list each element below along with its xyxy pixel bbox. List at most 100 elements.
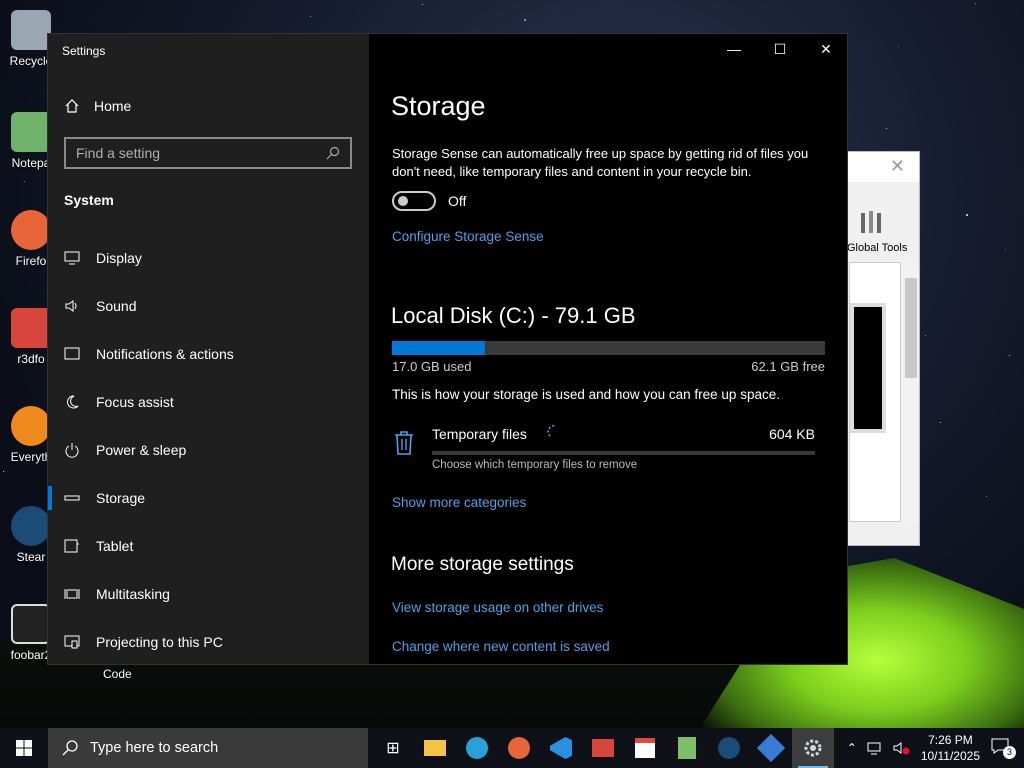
nav-item-multitasking[interactable]: Multitasking bbox=[48, 570, 369, 618]
nav-label: Sound bbox=[96, 298, 137, 314]
trash-icon bbox=[395, 431, 413, 455]
change-new-content-link[interactable]: Change where new content is saved bbox=[392, 639, 610, 654]
network-icon[interactable] bbox=[867, 741, 883, 755]
taskbar-vscode[interactable] bbox=[540, 728, 582, 768]
home-icon bbox=[65, 99, 79, 113]
clock-date: 10/11/2025 bbox=[920, 749, 980, 763]
close-button[interactable]: ✕ bbox=[803, 34, 849, 64]
global-tools-label[interactable]: Global Tools bbox=[847, 242, 907, 254]
taskbar-settings[interactable] bbox=[792, 728, 834, 768]
star bbox=[925, 335, 926, 336]
minimize-icon: — bbox=[727, 41, 741, 57]
nav-item-notifications[interactable]: Notifications & actions bbox=[48, 330, 369, 378]
find-setting-search[interactable] bbox=[64, 137, 352, 169]
tablet-icon bbox=[64, 538, 80, 554]
taskbar-file-explorer[interactable] bbox=[414, 728, 456, 768]
settings-nav: Display Sound Notifications & actions Fo… bbox=[48, 234, 369, 666]
maximize-button[interactable]: ☐ bbox=[757, 34, 803, 64]
notepad-icon bbox=[678, 737, 696, 759]
maximize-icon: ☐ bbox=[773, 40, 787, 57]
clock[interactable]: 7:26 PM 10/11/2025 bbox=[921, 732, 980, 764]
preview-box bbox=[850, 303, 886, 433]
disk-usage-fill bbox=[392, 341, 486, 355]
star bbox=[524, 19, 526, 21]
star bbox=[886, 128, 887, 129]
taskbar-firefox[interactable] bbox=[498, 728, 540, 768]
nav-label: Notifications & actions bbox=[96, 346, 234, 362]
steam-icon bbox=[718, 737, 740, 759]
disk-usage-bar bbox=[392, 341, 825, 355]
clock-time: 7:26 PM bbox=[928, 733, 973, 747]
scrollbar-thumb[interactable] bbox=[905, 278, 917, 378]
disk-free-label: 62.1 GB free bbox=[751, 359, 825, 374]
temporary-files-size: 604 KB bbox=[769, 426, 815, 442]
show-more-categories-link[interactable]: Show more categories bbox=[392, 495, 526, 510]
foobar-icon bbox=[11, 604, 51, 644]
notepad-icon bbox=[11, 112, 51, 152]
settings-sidebar: Settings Home System Display Sound bbox=[48, 34, 369, 664]
settings-window: Settings Home System Display Sound bbox=[47, 33, 848, 665]
star bbox=[975, 3, 976, 4]
task-view-button[interactable]: ⊞ bbox=[372, 728, 414, 768]
r3dfox-icon bbox=[11, 308, 51, 348]
taskbar-edge[interactable] bbox=[456, 728, 498, 768]
usage-hint: This is how your storage is used and how… bbox=[392, 387, 780, 402]
disk-title: Local Disk (C:) - 79.1 GB bbox=[391, 303, 636, 328]
taskbar: Type here to search ⊞ ⌃ 7:26 PM 10/11/20… bbox=[0, 728, 1024, 768]
gear-icon bbox=[804, 739, 822, 757]
projecting-icon bbox=[64, 634, 80, 650]
background-window-panel bbox=[849, 262, 901, 522]
nav-label: Power & sleep bbox=[96, 442, 187, 458]
background-window-titlebar: ✕ bbox=[847, 152, 919, 182]
nav-label: Storage bbox=[96, 490, 146, 506]
moon-icon bbox=[64, 394, 80, 410]
nav-item-projecting[interactable]: Projecting to this PC bbox=[48, 618, 369, 666]
taskbar-search[interactable]: Type here to search bbox=[48, 728, 368, 768]
steam-icon bbox=[11, 506, 51, 546]
storage-sense-toggle-row: Off bbox=[392, 191, 466, 211]
taskbar-steam[interactable] bbox=[708, 728, 750, 768]
disk-used-label: 17.0 GB used bbox=[392, 359, 472, 374]
desktop-icon-code-label[interactable]: Code bbox=[103, 667, 132, 681]
star bbox=[3, 471, 4, 472]
star bbox=[24, 181, 25, 182]
folder-icon bbox=[424, 740, 446, 756]
taskbar-r3dfox[interactable] bbox=[582, 728, 624, 768]
nav-label: Tablet bbox=[96, 538, 134, 554]
notification-icon bbox=[64, 346, 80, 362]
nav-item-sound[interactable]: Sound bbox=[48, 282, 369, 330]
system-tray: ⌃ 7:26 PM 10/11/2025 3 bbox=[847, 728, 1024, 768]
window-controls: — ☐ ✕ bbox=[711, 34, 849, 64]
search-input[interactable] bbox=[76, 145, 316, 161]
search-icon bbox=[326, 146, 340, 160]
nav-item-focus-assist[interactable]: Focus assist bbox=[48, 378, 369, 426]
nav-item-tablet[interactable]: Tablet bbox=[48, 522, 369, 570]
home-nav-item[interactable]: Home bbox=[64, 98, 131, 114]
windows-logo-icon bbox=[16, 740, 32, 756]
background-app-window[interactable]: ✕ Global Tools bbox=[846, 151, 920, 546]
edge-icon bbox=[466, 737, 488, 759]
toggle-knob bbox=[398, 196, 408, 206]
storage-sense-toggle[interactable] bbox=[392, 191, 436, 211]
firefox-icon bbox=[508, 737, 530, 759]
start-button[interactable] bbox=[0, 728, 48, 768]
nav-item-storage[interactable]: Storage bbox=[48, 474, 369, 522]
taskbar-calendar-app[interactable] bbox=[624, 728, 666, 768]
taskbar-virtualbox[interactable] bbox=[750, 728, 792, 768]
task-view-icon: ⊞ bbox=[386, 740, 400, 757]
nav-item-display[interactable]: Display bbox=[48, 234, 369, 282]
star bbox=[1005, 249, 1006, 250]
firefox-icon bbox=[11, 210, 51, 250]
action-center-button[interactable]: 3 bbox=[990, 737, 1016, 759]
configure-storage-sense-link[interactable]: Configure Storage Sense bbox=[392, 229, 544, 244]
view-other-drives-link[interactable]: View storage usage on other drives bbox=[392, 600, 603, 615]
close-icon[interactable]: ✕ bbox=[890, 156, 905, 177]
star bbox=[940, 422, 941, 423]
chevron-up-icon[interactable]: ⌃ bbox=[847, 741, 857, 755]
taskbar-notepad[interactable] bbox=[666, 728, 708, 768]
star bbox=[898, 46, 899, 47]
minimize-button[interactable]: — bbox=[711, 34, 757, 64]
nav-item-power-sleep[interactable]: Power & sleep bbox=[48, 426, 369, 474]
temporary-files-item[interactable]: Temporary files 604 KB Choose which temp… bbox=[392, 424, 815, 474]
volume-muted-icon[interactable] bbox=[893, 741, 911, 755]
